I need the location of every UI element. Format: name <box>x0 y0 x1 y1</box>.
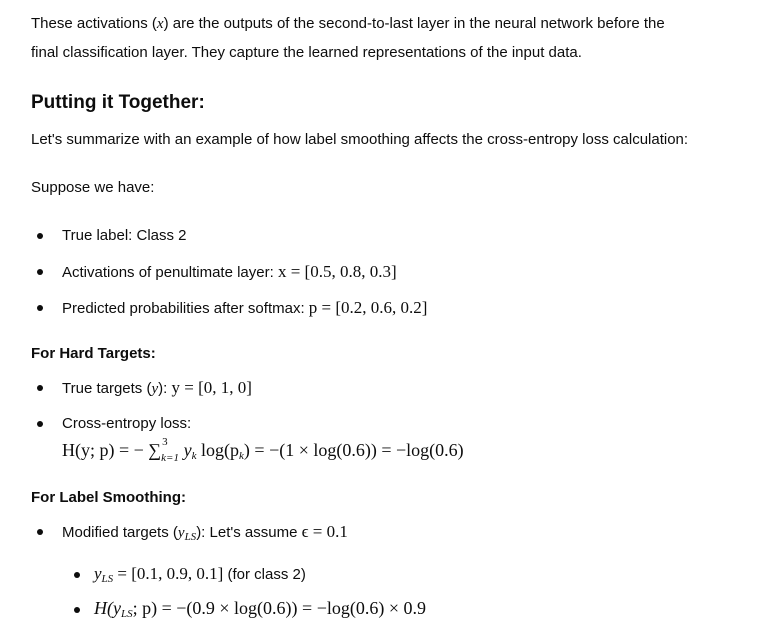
summary-paragraph: Let's summarize with an example of how l… <box>31 131 689 148</box>
math-expression: x = [0.5, 0.8, 0.3] <box>277 262 397 281</box>
suppose-paragraph: Suppose we have: <box>31 179 155 196</box>
list-item-activations: Activations of penultimate layer: x = [0… <box>62 262 397 283</box>
formula-part: H(y; p) = − <box>62 440 144 460</box>
sum-lower-bound: k=1 <box>161 452 179 464</box>
hard-targets-heading: For Hard Targets: <box>31 345 156 362</box>
formula-part: y <box>179 440 192 460</box>
math-expression: y = [0, 1, 0] <box>171 378 252 397</box>
math-variable: y <box>94 564 102 583</box>
list-item-smoothed-loss: H(yLS; p) = −(0.9 × log(0.6)) = −log(0.6… <box>94 598 426 624</box>
intro-paragraph-line-1: These activations (x) are the outputs of… <box>31 14 665 34</box>
cross-entropy-formula: H(y; p) = − ∑ 3 k=1 yk log(pk) = −(1 × log… <box>62 436 464 466</box>
label-smoothing-heading: For Label Smoothing: <box>31 489 186 506</box>
math-variable: x <box>156 16 164 32</box>
subscript: LS <box>120 608 133 620</box>
list-item-modified-targets: Modified targets (yLS): Let's assume ϵ =… <box>62 522 348 547</box>
list-item-text: Predicted probabilities after softmax: <box>62 300 309 317</box>
math-expression: p = [0.2, 0.6, 0.2] <box>308 298 428 317</box>
document-page: These activations (x) are the outputs of… <box>0 0 762 640</box>
bullet-icon <box>37 421 43 427</box>
list-item-text: Modified targets ( <box>62 524 178 541</box>
math-variable: y <box>177 525 185 541</box>
bullet-icon <box>37 529 43 535</box>
list-item-text: True targets ( <box>62 380 152 397</box>
summation-symbol: ∑ <box>148 440 162 460</box>
formula-part: log(p <box>196 440 240 460</box>
list-item-cross-entropy-label: Cross-entropy loss: <box>62 415 192 432</box>
formula-part: ; p) = −(0.9 × log(0.6)) = −log(0.6) × 0… <box>132 598 426 618</box>
formula-part: H(y <box>94 598 121 618</box>
bullet-icon <box>74 607 80 613</box>
bullet-icon <box>37 269 43 275</box>
list-item-text: ): Let's assume <box>196 524 302 541</box>
bullet-icon <box>37 305 43 311</box>
formula-part: ) = −(1 × log(0.6)) = −log(0.6) <box>243 440 464 460</box>
math-expression: ϵ = 0.1 <box>301 522 348 541</box>
list-item-text: Activations of penultimate layer: <box>62 264 278 281</box>
section-heading: Putting it Together: <box>31 92 205 113</box>
subscript: LS <box>101 573 114 585</box>
subscript: LS <box>184 531 197 543</box>
intro-text: ) are the outputs of the second-to-last … <box>163 15 665 32</box>
list-item-text: ): <box>158 380 172 397</box>
list-item-true-targets: True targets (y): y = [0, 1, 0] <box>62 378 252 399</box>
bullet-icon <box>37 385 43 391</box>
list-item-true-label: True label: Class 2 <box>62 227 187 244</box>
list-item-yls: yLS = [0.1, 0.9, 0.1] (for class 2) <box>94 564 306 589</box>
list-item-probabilities: Predicted probabilities after softmax: p… <box>62 298 427 319</box>
bullet-icon <box>74 572 80 578</box>
intro-text: These activations ( <box>31 15 157 32</box>
math-expression: = [0.1, 0.9, 0.1] <box>113 564 224 583</box>
bullet-icon <box>37 233 43 239</box>
list-item-note: (for class 2) <box>223 566 306 583</box>
intro-paragraph-line-2: final classification layer. They capture… <box>31 44 582 61</box>
